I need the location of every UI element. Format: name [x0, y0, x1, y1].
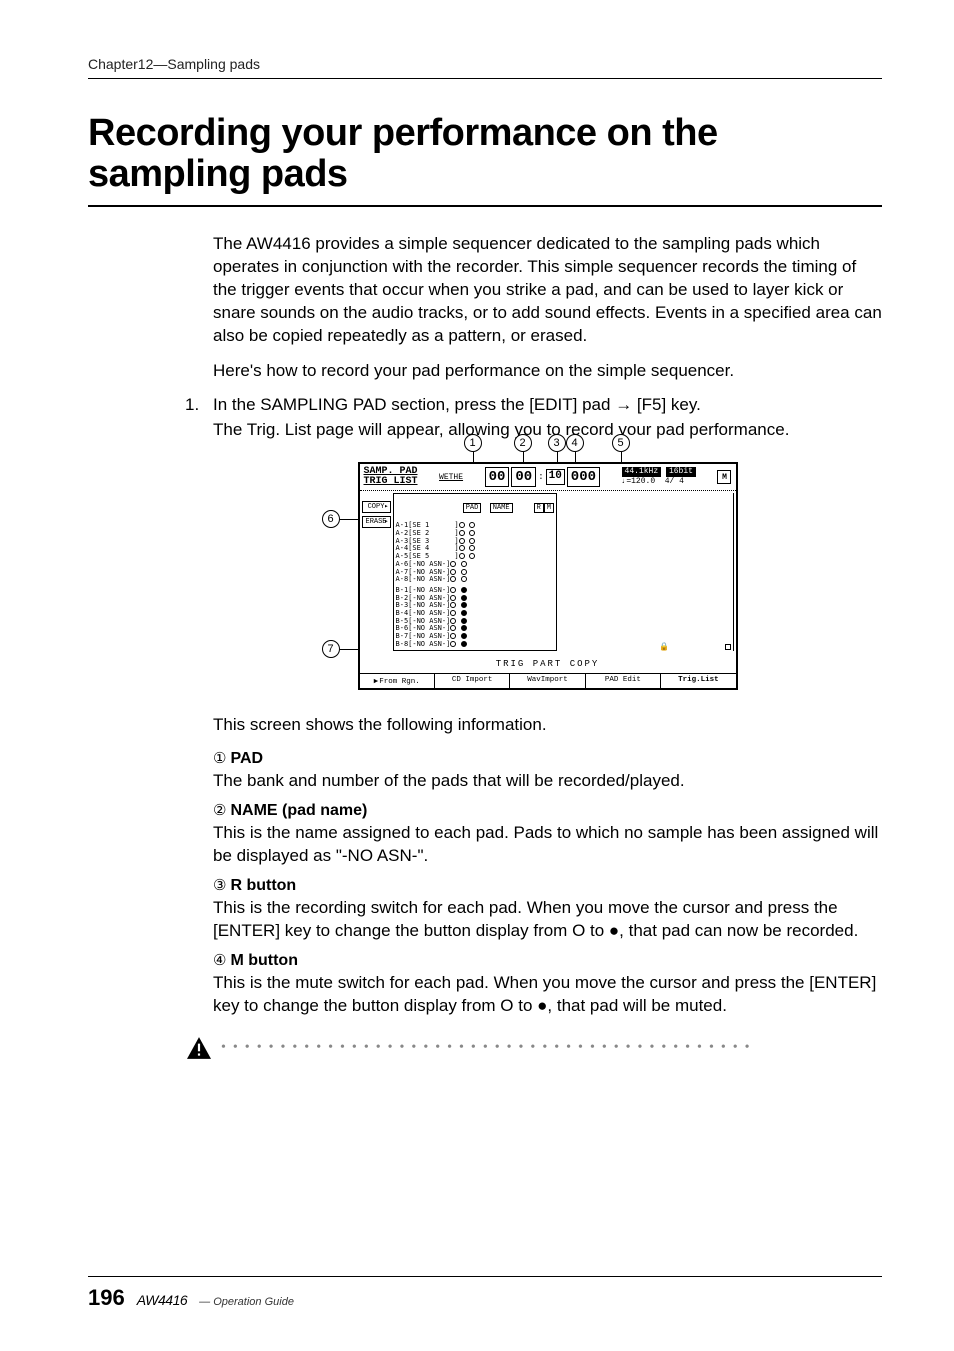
- screen-title-2: TRIG LIST: [364, 477, 418, 487]
- scroll-marker-icon: 🔒: [659, 642, 669, 652]
- model-name: AW4416: [137, 1292, 187, 1308]
- time-sig: 4/ 4: [665, 477, 684, 486]
- time-counter: 00 00: 10 000: [485, 467, 600, 488]
- title-rule: [88, 205, 882, 207]
- callout-4: 4: [566, 434, 584, 452]
- side-buttons: COPY ERASE: [362, 493, 391, 651]
- callout-1: 1: [464, 434, 482, 452]
- callout-7: 7: [322, 640, 340, 658]
- col-m: M: [544, 503, 554, 513]
- col-pad: PAD: [463, 503, 482, 513]
- trig-label: TRIG PART COPY: [360, 653, 736, 673]
- step-number: 1.: [185, 395, 213, 415]
- tab-pad-edit[interactable]: PAD Edit: [586, 674, 661, 688]
- m-icon: M: [717, 470, 731, 484]
- tab-wav-import[interactable]: WavImport: [510, 674, 585, 688]
- col-name: NAME: [490, 503, 513, 513]
- figure: 1 2 3 4 5 6 7 SAM: [213, 462, 882, 691]
- pad-rows: A-1[SE 1 ] A-2[SE 2 ] A-3[SE 3 ] A-4[SE …: [396, 522, 554, 648]
- screen-header: SAMP. PAD TRIG LIST WETHE 00 00: 10 000 …: [360, 464, 736, 492]
- content-block: The AW4416 provides a simple sequencer d…: [213, 233, 882, 1060]
- lcd-screen: SAMP. PAD TRIG LIST WETHE 00 00: 10 000 …: [358, 462, 738, 691]
- counter-b: 00: [511, 467, 536, 488]
- warning-row: ••••••••••••••••••••••••••••••••••••••••…: [185, 1036, 882, 1060]
- erase-button[interactable]: ERASE: [362, 516, 391, 528]
- info-label: ①PAD: [213, 749, 882, 768]
- intro-para-1: The AW4416 provides a simple sequencer d…: [213, 233, 882, 348]
- footer: 196 AW4416 — Operation Guide: [88, 1276, 882, 1311]
- callout-2: 2: [514, 434, 532, 452]
- page-title: Recording your performance on the sampli…: [88, 113, 882, 195]
- info-items: ①PAD The bank and number of the pads that…: [213, 749, 882, 1018]
- counter-a: 00: [485, 467, 510, 488]
- col-r: R: [534, 503, 544, 513]
- tab-bar: From Rgn. CD Import WavImport PAD Edit T…: [360, 673, 736, 688]
- counter-d: 000: [567, 467, 600, 488]
- list-columns: PAD NAME RM: [396, 496, 554, 520]
- scene-label: WETHE: [439, 473, 463, 482]
- step-heading: 1. In the SAMPLING PAD section, press th…: [213, 395, 882, 415]
- tab-cd-import[interactable]: CD Import: [435, 674, 510, 688]
- figure-container: 1 2 3 4 5 6 7 SAM: [358, 462, 738, 691]
- screen-title-area: SAMP. PAD TRIG LIST: [364, 467, 418, 487]
- tab-from-rgn[interactable]: From Rgn.: [360, 674, 435, 688]
- info-text: The bank and number of the pads that wil…: [213, 770, 882, 793]
- guide-label: — Operation Guide: [199, 1296, 294, 1308]
- after-figure-text: This screen shows the following informat…: [213, 714, 882, 737]
- step-title: In the SAMPLING PAD section, press the […: [213, 395, 701, 415]
- screen-body: COPY ERASE PAD NAME RM A-1[SE 1 ] A-2[SE…: [360, 491, 736, 653]
- pad-row: B-8[-NO ASN-]: [396, 641, 554, 649]
- info-label: ③R button: [213, 876, 882, 895]
- warning-icon: [185, 1036, 213, 1060]
- tab-trig-list[interactable]: Trig.List: [661, 674, 735, 688]
- info-text: This is the mute switch for each pad. Wh…: [213, 972, 882, 1018]
- callout-7-line: [340, 649, 358, 650]
- pad-row: A-8[-NO ASN-]: [396, 576, 554, 584]
- bit-depth: 16bit: [666, 467, 696, 477]
- info-label: ②NAME (pad name): [213, 801, 882, 820]
- track-area: 🔒: [559, 493, 734, 651]
- info-label: ④M button: [213, 951, 882, 970]
- intro-para-2: Here's how to record your pad performanc…: [213, 360, 882, 383]
- info-text: This is the name assigned to each pad. P…: [213, 822, 882, 868]
- warning-dots: ••••••••••••••••••••••••••••••••••••••••…: [221, 1040, 882, 1056]
- page: Chapter12—Sampling pads Recording your p…: [0, 0, 954, 1351]
- sample-rate: 44.1kHz: [622, 467, 662, 477]
- page-number: 196: [88, 1285, 125, 1311]
- info-text: This is the recording switch for each pa…: [213, 897, 882, 943]
- copy-button[interactable]: COPY: [362, 501, 391, 513]
- callout-5: 5: [612, 434, 630, 452]
- tempo: ♩=120.0: [622, 477, 656, 486]
- meta-info: 44.1kHz 16bit ♩=120.0 4/ 4: [622, 467, 696, 486]
- callout-3: 3: [548, 434, 566, 452]
- callout-6: 6: [322, 510, 340, 528]
- callout-6-line: [340, 519, 358, 520]
- counter-c: 10: [546, 469, 565, 484]
- pad-list: PAD NAME RM A-1[SE 1 ] A-2[SE 2 ] A-3[SE…: [393, 493, 557, 651]
- scroll-handle[interactable]: [725, 644, 731, 650]
- chapter-header: Chapter12—Sampling pads: [88, 56, 882, 79]
